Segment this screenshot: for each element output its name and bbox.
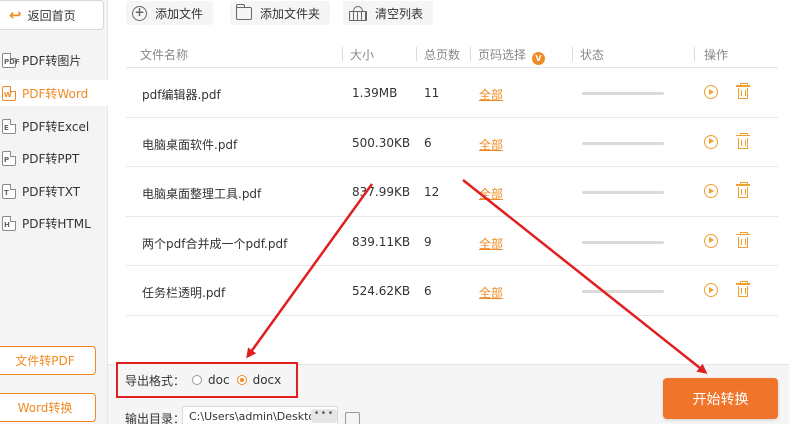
progress-bar <box>582 92 664 95</box>
toolbar: + 添加文件 添加文件夹 清空列表 <box>108 0 789 30</box>
file-name: pdf编辑器.pdf <box>142 88 221 102</box>
sidebar-item-pdf-to-word[interactable]: W PDF转Word <box>0 80 108 106</box>
sidebar-item-pdf-to-ppt[interactable]: P PDF转PPT <box>0 145 108 171</box>
header-file-name: 文件名称 <box>140 48 189 62</box>
sidebar-item-pdf-to-image[interactable]: PDF PDF转图片 <box>0 47 108 73</box>
txt-file-icon: T <box>2 183 16 199</box>
radio-docx[interactable] <box>236 375 247 385</box>
play-icon[interactable] <box>704 283 718 297</box>
sidebar-item-pdf-to-excel[interactable]: E PDF转Excel <box>0 113 108 139</box>
clear-list-button[interactable]: 清空列表 <box>343 1 434 25</box>
back-arrow-icon: ↩ <box>9 6 22 24</box>
play-icon[interactable] <box>704 233 718 248</box>
page-count: 9 <box>424 234 432 249</box>
page-count: 12 <box>424 185 440 199</box>
export-format-group: 导出格式： doc docx <box>116 362 298 398</box>
page-select-link[interactable]: 全部 <box>479 185 503 202</box>
file-name: 任务栏透明.pdf <box>142 286 226 300</box>
progress-bar <box>582 141 664 145</box>
browse-dots-button[interactable]: ••• <box>311 409 337 423</box>
header-divider <box>694 47 695 61</box>
file-size: 500.30KB <box>352 135 411 150</box>
add-file-button[interactable]: + 添加文件 <box>126 1 214 25</box>
sidebar-item-label: PDF转Excel <box>22 119 90 134</box>
file-table: 文件名称 大小 总页数 页码选择 V 状态 操作 pdf编辑器.pdf 1.39M… <box>126 40 778 316</box>
header-pages: 总页数 <box>424 48 461 62</box>
header-divider <box>342 47 343 61</box>
header-size: 大小 <box>350 48 375 62</box>
html-file-icon: H <box>2 215 16 231</box>
radio-doc[interactable] <box>192 375 203 385</box>
table-row: 两个pdf合并成一个pdf.pdf 839.11KB 9 全部 <box>126 217 778 266</box>
add-circle-icon: + <box>132 5 147 21</box>
sidebar-item-pdf-to-txt[interactable]: T PDF转TXT <box>0 178 108 204</box>
progress-bar <box>582 191 664 194</box>
file-to-pdf-button[interactable]: 文件转PDF <box>0 346 96 375</box>
folder-icon <box>235 3 252 20</box>
file-size: 837.99KB <box>352 185 411 199</box>
word-file-icon: W <box>2 85 16 101</box>
progress-bar <box>582 240 664 244</box>
trash-icon[interactable] <box>736 133 750 149</box>
page-select-link[interactable]: 全部 <box>479 86 503 103</box>
sidebar: ↩ 返回首页 PDF PDF转图片 W PDF转Word E PDF转Excel… <box>0 0 108 424</box>
sidebar-item-label: PDF转TXT <box>22 184 81 199</box>
clear-list-label: 清空列表 <box>375 6 424 21</box>
radio-docx-label[interactable]: docx <box>253 373 282 387</box>
output-dir-label: 输出目录： <box>125 412 186 424</box>
play-icon[interactable] <box>704 134 718 149</box>
sidebar-item-label: PDF转PPT <box>22 151 80 166</box>
pdf-image-icon: PDF <box>2 52 20 68</box>
open-folder-icon[interactable] <box>345 412 360 424</box>
page-select-link[interactable]: 全部 <box>479 235 503 252</box>
file-size: 1.39MB <box>352 86 398 100</box>
trash-icon[interactable] <box>736 83 750 99</box>
header-ops: 操作 <box>704 48 729 62</box>
vip-badge-icon: V <box>532 52 546 65</box>
table-row: 电脑桌面软件.pdf 500.30KB 6 全部 <box>126 118 778 167</box>
file-name: 电脑桌面整理工具.pdf <box>142 187 262 201</box>
header-divider <box>572 47 573 61</box>
back-home-label: 返回首页 <box>27 8 76 23</box>
page-count: 6 <box>424 135 432 150</box>
page-select-link[interactable]: 全部 <box>479 136 503 153</box>
sidebar-item-pdf-to-html[interactable]: H PDF转HTML <box>0 210 108 236</box>
trash-icon[interactable] <box>736 281 750 297</box>
sidebar-item-label: PDF转图片 <box>22 53 82 68</box>
progress-bar <box>582 290 664 293</box>
add-file-label: 添加文件 <box>155 6 204 21</box>
add-folder-button[interactable]: 添加文件夹 <box>230 1 331 25</box>
table-row: 电脑桌面整理工具.pdf 837.99KB 12 全部 <box>126 167 778 217</box>
header-divider <box>470 47 471 61</box>
play-icon[interactable] <box>704 85 718 99</box>
header-status: 状态 <box>580 48 605 62</box>
excel-file-icon: E <box>2 118 16 134</box>
table-row: 任务栏透明.pdf 524.62KB 6 全部 <box>126 266 778 316</box>
add-folder-label: 添加文件夹 <box>260 6 321 21</box>
table-row: pdf编辑器.pdf 1.39MB 11 全部 <box>126 68 778 118</box>
sidebar-item-label: PDF转Word <box>22 86 89 101</box>
play-icon[interactable] <box>704 184 718 198</box>
file-size: 524.62KB <box>352 284 411 298</box>
start-convert-button[interactable]: 开始转换 <box>663 378 778 419</box>
basket-icon <box>349 6 367 21</box>
sidebar-item-label: PDF转HTML <box>22 216 91 231</box>
page-count: 11 <box>424 86 440 100</box>
word-convert-button[interactable]: Word转换 <box>0 393 96 422</box>
page-select-link[interactable]: 全部 <box>479 284 503 301</box>
header-page-select: 页码选择 V <box>478 46 546 65</box>
radio-doc-label[interactable]: doc <box>208 373 230 387</box>
export-format-label: 导出格式： <box>125 373 186 388</box>
back-home-button[interactable]: ↩ 返回首页 <box>0 0 104 30</box>
file-name: 电脑桌面软件.pdf <box>142 137 238 152</box>
trash-icon[interactable] <box>736 232 750 248</box>
header-divider <box>416 47 417 61</box>
page-count: 6 <box>424 284 432 298</box>
file-size: 839.11KB <box>352 234 411 249</box>
header-page-select-label: 页码选择 <box>478 48 527 62</box>
trash-icon[interactable] <box>736 182 750 198</box>
table-header: 文件名称 大小 总页数 页码选择 V 状态 操作 <box>126 40 778 68</box>
file-name: 两个pdf合并成一个pdf.pdf <box>142 236 288 251</box>
ppt-file-icon: P <box>2 150 16 166</box>
